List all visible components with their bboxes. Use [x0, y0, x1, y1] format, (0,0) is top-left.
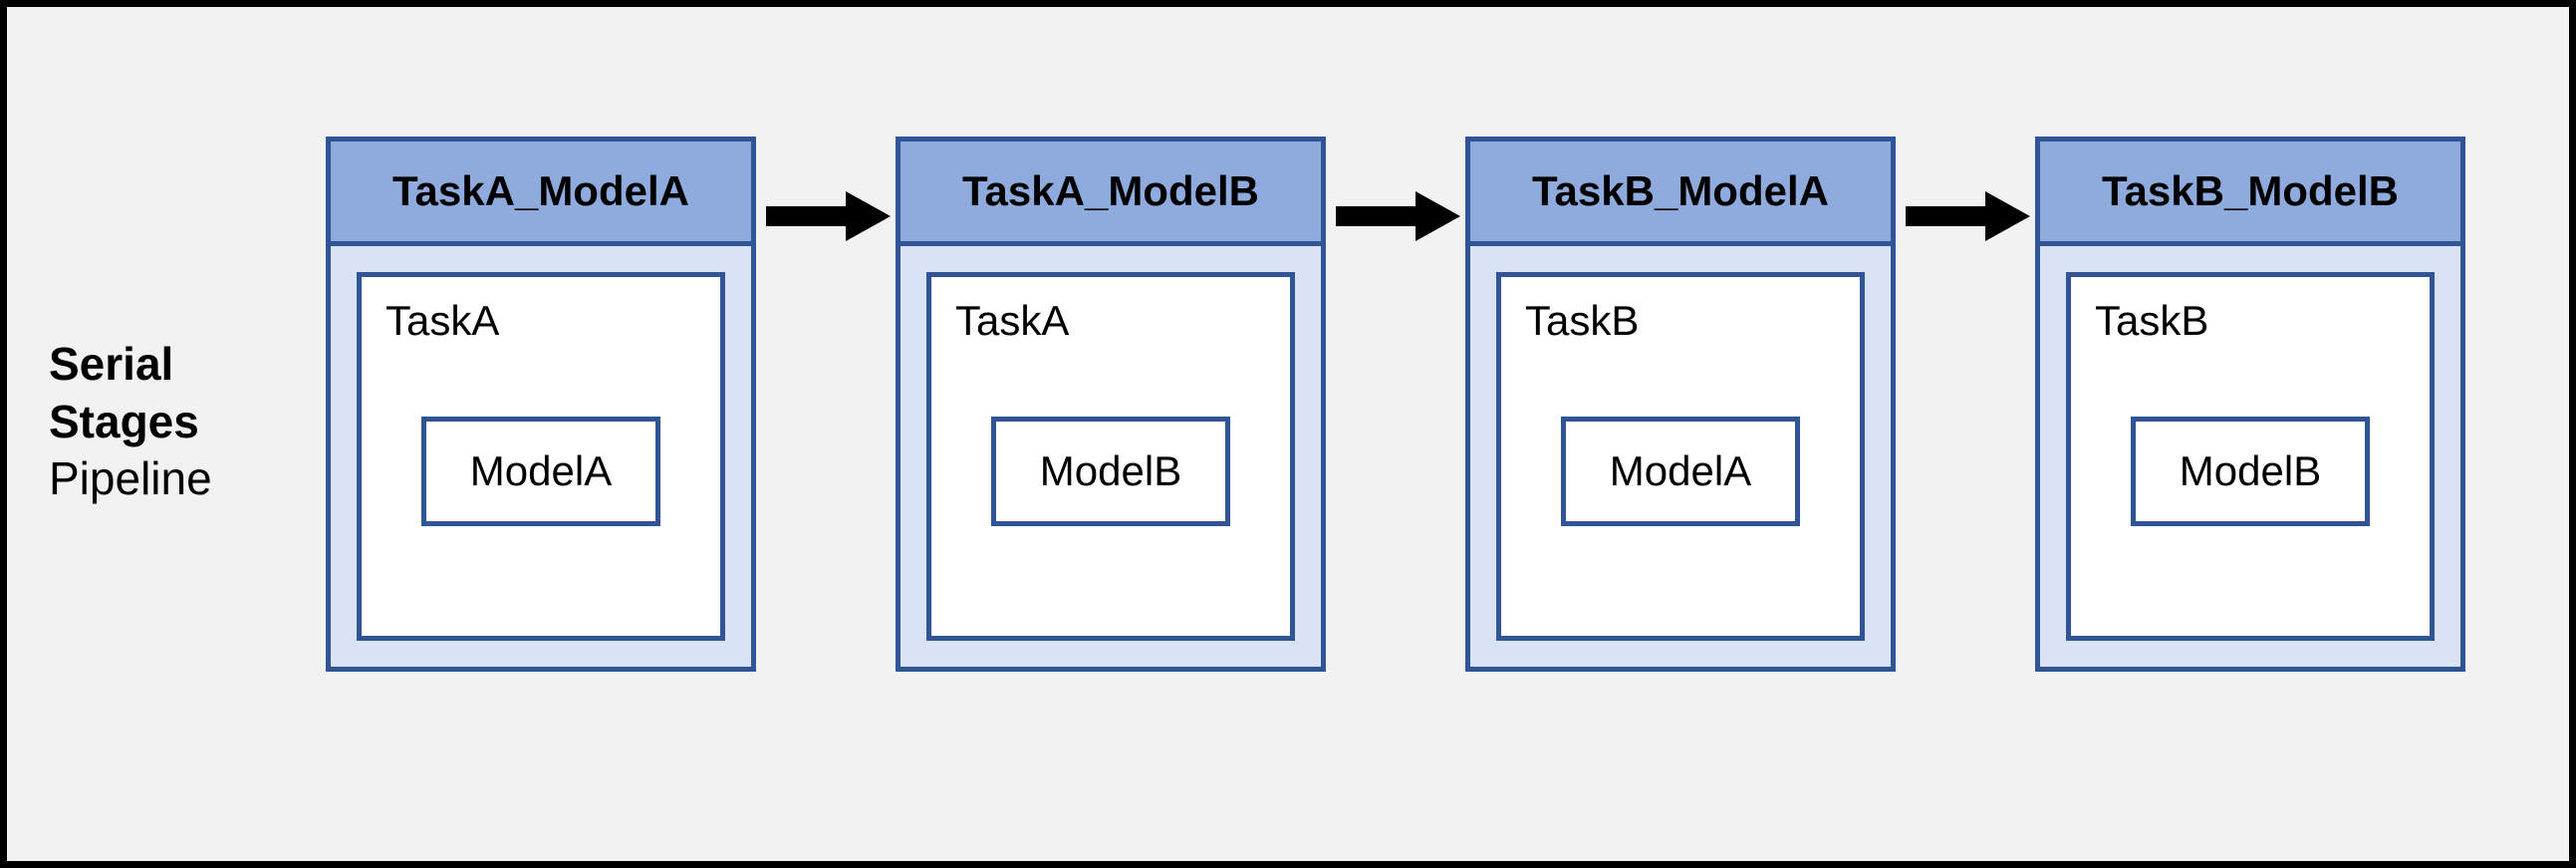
- model-label: ModelB: [1040, 447, 1181, 495]
- task-box: TaskA ModelA: [357, 272, 725, 641]
- model-box: ModelB: [2131, 417, 2370, 526]
- stage-box: TaskB_ModelA TaskB ModelA: [1465, 137, 1896, 672]
- diagram-canvas: Serial Stages Pipeline TaskA_ModelA Task…: [0, 0, 2576, 868]
- stage-title: TaskA_ModelA: [331, 142, 751, 246]
- pipeline-label: Serial Stages Pipeline: [49, 336, 212, 508]
- stage-body: TaskA ModelB: [901, 246, 1321, 667]
- stage-box: TaskA_ModelA TaskA ModelA: [326, 137, 756, 672]
- pipeline-label-line2: Stages: [49, 394, 212, 451]
- arrow-icon: [1896, 166, 2035, 266]
- arrow-icon: [1326, 166, 1465, 266]
- stage-box: TaskB_ModelB TaskB ModelB: [2035, 137, 2465, 672]
- model-box: ModelA: [1561, 417, 1800, 526]
- model-label: ModelA: [1610, 447, 1751, 495]
- stage-title: TaskB_ModelB: [2040, 142, 2460, 246]
- task-label: TaskB: [2095, 297, 2406, 345]
- pipeline-label-line1: Serial: [49, 336, 212, 394]
- pipeline-label-line3: Pipeline: [49, 450, 212, 508]
- model-label: ModelA: [470, 447, 612, 495]
- task-box: TaskB ModelA: [1496, 272, 1865, 641]
- model-box: ModelB: [991, 417, 1230, 526]
- task-box: TaskB ModelB: [2066, 272, 2435, 641]
- task-label: TaskA: [386, 297, 696, 345]
- stage-body: TaskB ModelA: [1470, 246, 1891, 667]
- task-label: TaskB: [1525, 297, 1836, 345]
- model-label: ModelB: [2180, 447, 2321, 495]
- stage-body: TaskB ModelB: [2040, 246, 2460, 667]
- stage-box: TaskA_ModelB TaskA ModelB: [896, 137, 1326, 672]
- model-box: ModelA: [421, 417, 660, 526]
- arrow-icon: [756, 166, 896, 266]
- stage-body: TaskA ModelA: [331, 246, 751, 667]
- stage-title: TaskB_ModelA: [1470, 142, 1891, 246]
- stage-flow: TaskA_ModelA TaskA ModelA TaskA_ModelB: [326, 137, 2465, 672]
- task-box: TaskA ModelB: [926, 272, 1295, 641]
- stage-title: TaskA_ModelB: [901, 142, 1321, 246]
- task-label: TaskA: [955, 297, 1266, 345]
